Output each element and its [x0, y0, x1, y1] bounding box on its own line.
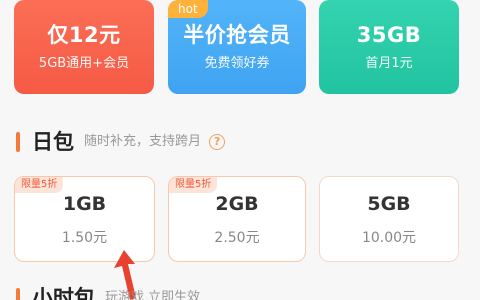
- promo-card-half-price-member[interactable]: hot 半价抢会员 免费领好券: [168, 0, 306, 94]
- package-price: 10.00元: [361, 230, 417, 246]
- promo-row: 仅12元 5GB通用+会员 hot 半价抢会员 免费领好券 35GB 首月1元: [0, 0, 480, 98]
- discount-badge: 限量5折: [169, 177, 218, 193]
- package-price: 2.50元: [214, 230, 260, 246]
- package-data-amount: 1GB: [62, 193, 107, 215]
- promo-card-12yuan[interactable]: 仅12元 5GB通用+会员: [14, 0, 154, 94]
- help-icon[interactable]: ?: [209, 134, 226, 150]
- hot-badge: hot: [168, 0, 208, 18]
- promo-title: 35GB: [356, 23, 422, 47]
- package-card-2gb[interactable]: 限量5折 2GB 2.50元: [168, 176, 306, 262]
- promo-subtitle: 5GB通用+会员: [38, 56, 130, 71]
- section-title: 小时包: [32, 286, 95, 300]
- hourly-package-header: 小时包 玩游戏 立即生效: [16, 286, 200, 300]
- section-accent-bar: [16, 288, 20, 300]
- promo-subtitle: 首月1元: [365, 56, 413, 71]
- promo-card-35gb[interactable]: 35GB 首月1元: [319, 0, 459, 94]
- promo-subtitle: 免费领好券: [204, 56, 270, 71]
- section-title: 日包: [32, 130, 74, 154]
- package-data-amount: 2GB: [215, 193, 259, 215]
- section-subtitle: 随时补充，支持跨月: [84, 134, 202, 149]
- package-data-amount: 5GB: [367, 193, 411, 215]
- package-price: 1.50元: [61, 230, 108, 246]
- promo-title: 半价抢会员: [183, 23, 291, 47]
- package-card-5gb[interactable]: 5GB 10.00元: [319, 176, 459, 262]
- section-subtitle: 玩游戏 立即生效: [105, 290, 201, 300]
- discount-badge: 限量5折: [15, 177, 64, 193]
- section-accent-bar: [16, 132, 20, 152]
- daily-package-header: 日包 随时补充，支持跨月 ?: [16, 130, 226, 154]
- promo-title: 仅12元: [47, 23, 121, 47]
